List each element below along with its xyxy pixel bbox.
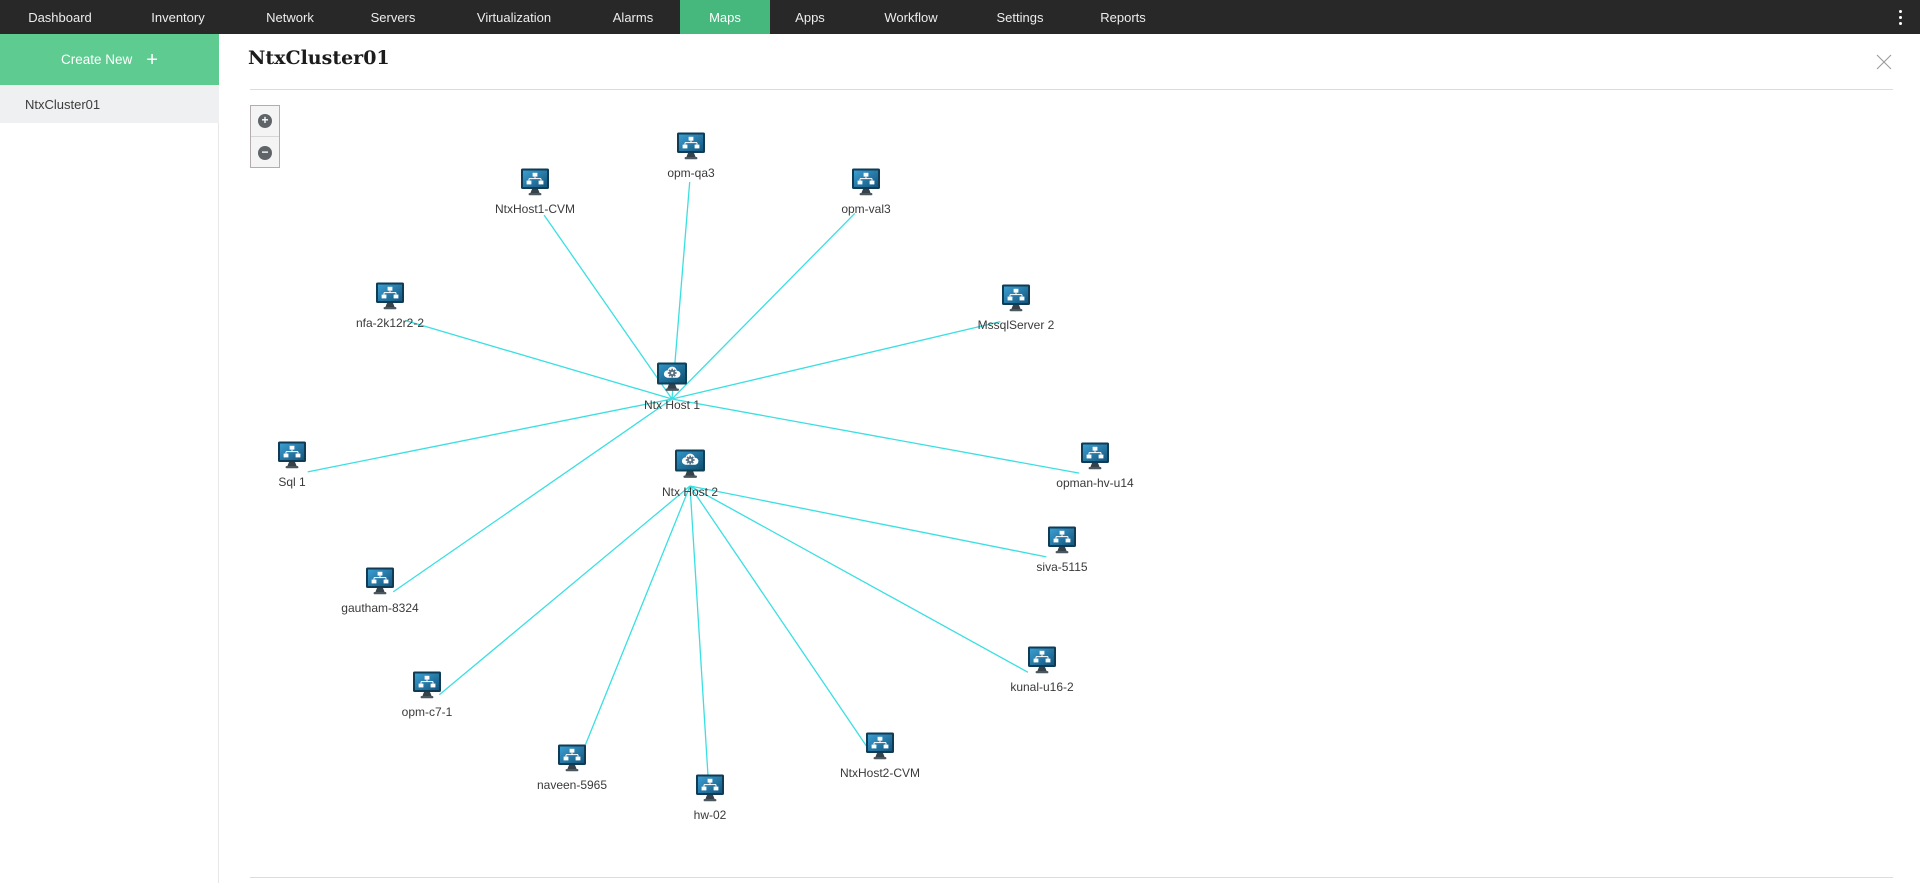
node-label: Sql 1 <box>278 475 306 489</box>
map-node-opm-val3[interactable]: opm-val3 <box>811 168 921 216</box>
server-monitor-icon <box>865 732 895 765</box>
server-monitor-icon <box>1001 284 1031 317</box>
map-node-gautham-8324[interactable]: gautham-8324 <box>325 567 435 615</box>
node-label: hw-02 <box>693 808 727 822</box>
map-node-ntx-host-1[interactable]: Ntx Host 1 <box>617 362 727 412</box>
map-node-naveen-5965[interactable]: naveen-5965 <box>517 744 627 792</box>
server-monitor-icon <box>1080 442 1110 475</box>
map-zoom-control: + − <box>250 105 280 168</box>
server-monitor-icon <box>520 168 550 201</box>
server-monitor-icon <box>277 441 307 474</box>
node-label: nfa-2k12r2-2 <box>355 316 425 330</box>
node-label: kunal-u16-2 <box>1010 680 1074 694</box>
server-monitor-icon <box>412 671 442 704</box>
node-label: MssqlServer 2 <box>977 318 1055 332</box>
node-label: opm-val3 <box>841 202 891 216</box>
node-label: NtxHost1-CVM <box>494 202 575 216</box>
node-label: Ntx Host 2 <box>661 485 718 499</box>
map-node-opm-c7-1[interactable]: opm-c7-1 <box>372 671 482 719</box>
node-label: siva-5115 <box>1036 560 1088 574</box>
map-node-opm-qa3[interactable]: opm-qa3 <box>636 132 746 180</box>
server-monitor-icon <box>557 744 587 777</box>
server-monitor-icon <box>365 567 395 600</box>
host-cloud-gear-icon <box>674 449 706 484</box>
map-node-kunal-u16-2[interactable]: kunal-u16-2 <box>987 646 1097 694</box>
minus-icon: − <box>258 145 272 160</box>
node-label: naveen-5965 <box>536 778 608 792</box>
map-node-mssqlserver-2[interactable]: MssqlServer 2 <box>961 284 1071 332</box>
map-node-ntxhost1-cvm[interactable]: NtxHost1-CVM <box>480 168 590 216</box>
node-label: NtxHost2-CVM <box>839 766 920 780</box>
map-node-ntx-host-2[interactable]: Ntx Host 2 <box>635 449 745 499</box>
server-monitor-icon <box>851 168 881 201</box>
map-node-sql-1[interactable]: Sql 1 <box>237 441 347 489</box>
map-node-siva-5115[interactable]: siva-5115 <box>1007 526 1117 574</box>
server-monitor-icon <box>1047 526 1077 559</box>
node-label: opman-hv-u14 <box>1056 476 1134 490</box>
map-node-ntxhost2-cvm[interactable]: NtxHost2-CVM <box>825 732 935 780</box>
map-node-hw-02[interactable]: hw-02 <box>655 774 765 822</box>
server-monitor-icon <box>375 282 405 315</box>
map-node-nfa-2k12r2-2[interactable]: nfa-2k12r2-2 <box>335 282 445 330</box>
zoom-out-button[interactable]: − <box>251 137 279 168</box>
node-label: Ntx Host 1 <box>643 398 700 412</box>
topology-map: opm-qa3 NtxHost1-CVM opm-val3 nfa-2k12r2… <box>0 0 1920 883</box>
host-cloud-gear-icon <box>656 362 688 397</box>
server-monitor-icon <box>676 132 706 165</box>
plus-icon: + <box>258 114 272 128</box>
map-node-opman-hv-u14[interactable]: opman-hv-u14 <box>1040 442 1150 490</box>
node-label: gautham-8324 <box>341 601 419 615</box>
server-monitor-icon <box>695 774 725 807</box>
zoom-in-button[interactable]: + <box>251 106 279 137</box>
server-monitor-icon <box>1027 646 1057 679</box>
node-label: opm-qa3 <box>667 166 715 180</box>
node-label: opm-c7-1 <box>401 705 453 719</box>
